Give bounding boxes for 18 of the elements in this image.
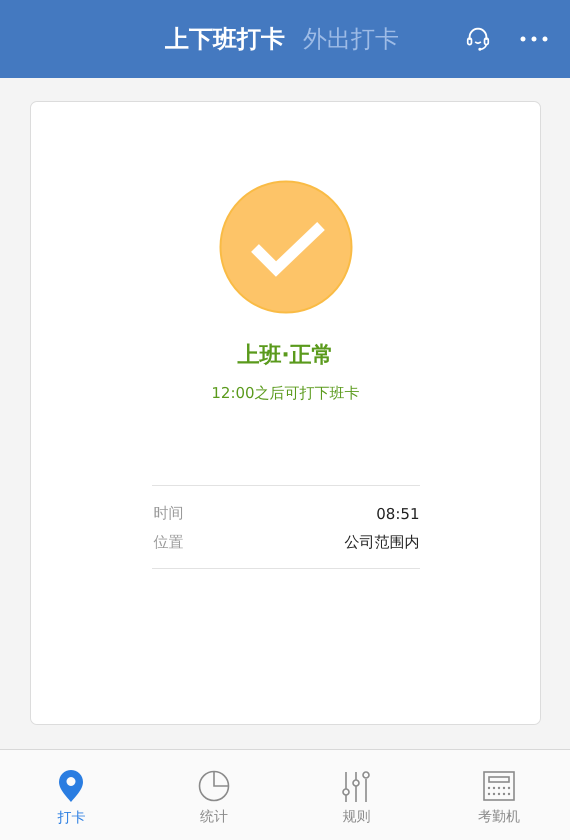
pie-chart-icon — [198, 770, 230, 802]
headset-icon[interactable] — [464, 25, 492, 53]
nav-tab[interactable]: 考勤机 — [428, 750, 570, 840]
detail-label: 时间 — [152, 504, 184, 523]
nav-tab[interactable]: 打卡 — [0, 750, 142, 840]
map-pin-icon — [58, 769, 84, 803]
header-tab[interactable]: 外出打卡 — [297, 19, 405, 59]
detail-label: 位置 — [152, 533, 184, 552]
header-tab[interactable]: 上下班打卡 — [159, 19, 291, 59]
detail-value: 公司范围内 — [344, 533, 420, 552]
status-subtitle: 12:00之后可打下班卡 — [211, 384, 360, 403]
detail-value: 08:51 — [376, 504, 420, 522]
more-icon[interactable] — [520, 36, 548, 42]
calculator-icon — [482, 770, 515, 802]
sliders-icon — [340, 770, 372, 802]
nav-tab[interactable]: 统计 — [142, 750, 285, 840]
status-title: 上班·正常 — [237, 342, 334, 370]
nav-tab[interactable]: 规则 — [285, 750, 428, 840]
